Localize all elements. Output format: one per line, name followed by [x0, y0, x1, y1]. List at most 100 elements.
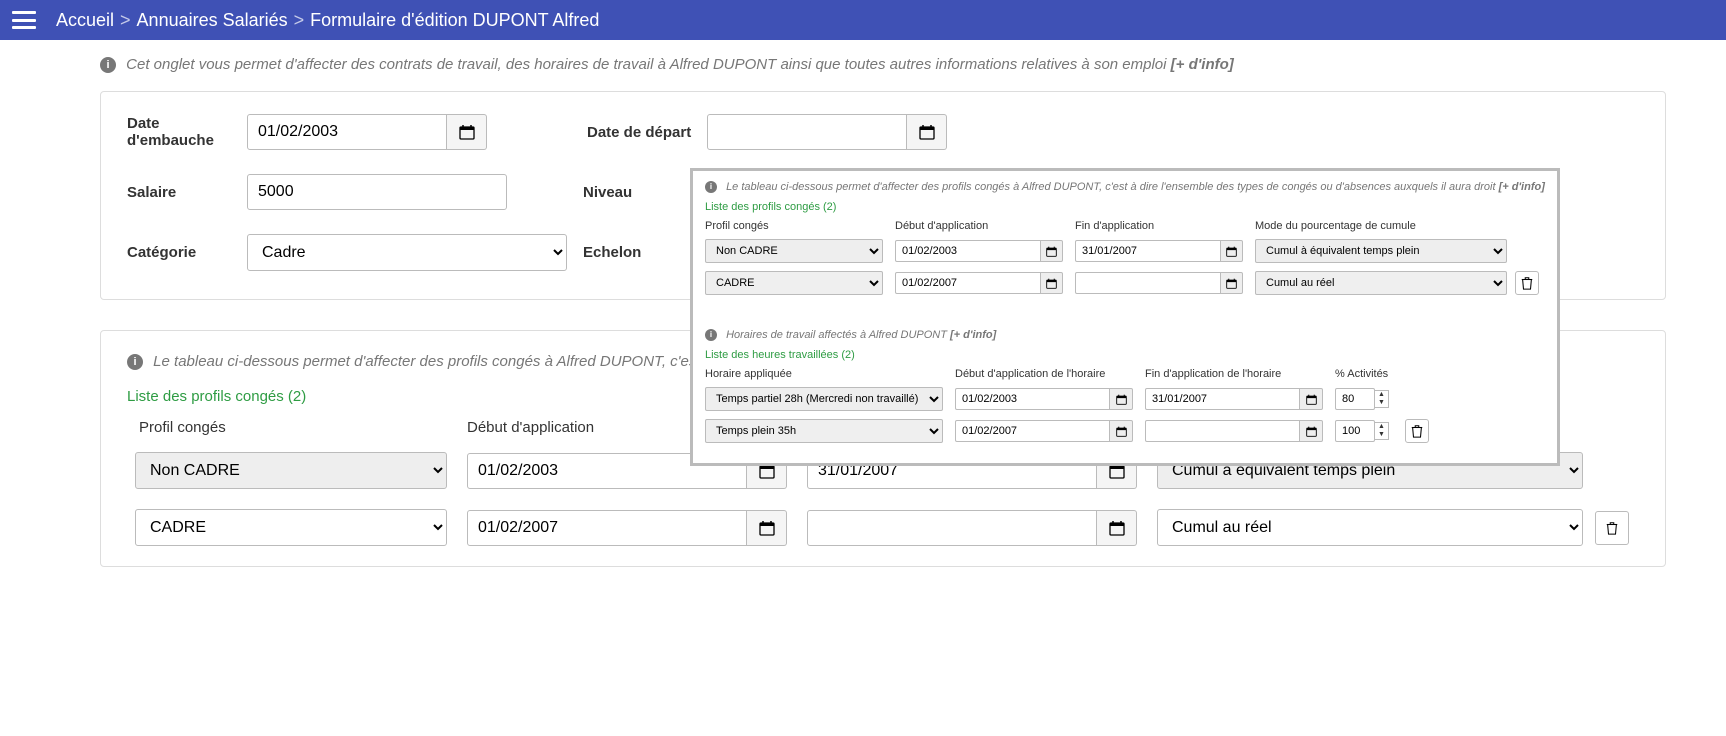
- profil-select[interactable]: Non CADRE: [135, 452, 447, 489]
- niveau-label: Niveau: [583, 184, 703, 201]
- calendar-button[interactable]: [1041, 272, 1063, 294]
- pth-debut: Début d'application: [895, 220, 1075, 232]
- calendar-icon: [1306, 394, 1317, 405]
- popup-mode-select[interactable]: Cumul au réel: [1255, 271, 1507, 295]
- calendar-button[interactable]: [1300, 388, 1323, 410]
- calendar-icon: [459, 124, 475, 140]
- profils-info-text: Le tableau ci-dessous permet d'affecter …: [153, 353, 700, 370]
- delete-button[interactable]: [1515, 271, 1539, 295]
- calendar-button[interactable]: [1110, 388, 1133, 410]
- pth-fin: Fin d'application: [1075, 220, 1255, 232]
- popup-profil-row: CADRE Cumul au réel: [705, 267, 1545, 299]
- popup-horaire-select[interactable]: Temps partiel 28h (Mercredi non travaill…: [705, 387, 943, 411]
- popup-horaire-row: Temps partiel 28h (Mercredi non travaill…: [705, 383, 1545, 415]
- info-more-link[interactable]: [+ d'info]: [1171, 56, 1234, 73]
- popup-debut-input[interactable]: [895, 240, 1041, 262]
- calendar-icon: [1226, 246, 1237, 257]
- popup-horaire-row: Temps plein 35h ▲▼: [705, 415, 1545, 447]
- info-text: Cet onglet vous permet d'affecter des co…: [126, 56, 1170, 73]
- calendar-button[interactable]: [1300, 420, 1323, 442]
- calendar-icon: [1306, 426, 1317, 437]
- calendar-button[interactable]: [1110, 420, 1133, 442]
- salaire-input[interactable]: [247, 174, 507, 210]
- popup-fin-input[interactable]: [1075, 272, 1221, 294]
- th-profil: Profil congés: [127, 419, 467, 436]
- calendar-icon: [1046, 246, 1057, 257]
- trash-icon: [1605, 521, 1619, 535]
- popup-pct-input[interactable]: [1335, 388, 1375, 410]
- popup-mode-select[interactable]: Cumul à équivalent temps plein: [1255, 239, 1507, 263]
- popup-h-debut-input[interactable]: [955, 420, 1110, 442]
- debut-input[interactable]: [467, 510, 747, 546]
- calendar-icon: [1046, 278, 1057, 289]
- popup-horaires-info-text: Horaires de travail affectés à Alfred DU…: [726, 329, 950, 341]
- categorie-label: Catégorie: [127, 244, 247, 261]
- info-icon: i: [705, 329, 717, 341]
- date-embauche-cal-button[interactable]: [447, 114, 487, 150]
- popup-fin-input[interactable]: [1075, 240, 1221, 262]
- mode-select[interactable]: Cumul au réel: [1157, 509, 1583, 546]
- info-banner: i Cet onglet vous permet d'affecter des …: [100, 56, 1666, 73]
- fin-input[interactable]: [807, 510, 1097, 546]
- breadcrumb: Accueil > Annuaires Salariés > Formulair…: [56, 10, 599, 31]
- date-embauche-input[interactable]: [247, 114, 447, 150]
- calendar-icon: [1226, 278, 1237, 289]
- breadcrumb-sep: >: [120, 10, 131, 31]
- popup-profil-row: Non CADRE Cumul à équivalent temps plein: [705, 235, 1545, 267]
- info-icon: i: [100, 57, 116, 73]
- date-embauche-label: Date d'embauche: [127, 115, 247, 149]
- calendar-button[interactable]: [1097, 510, 1137, 546]
- profil-row: CADRE Cumul au réel: [127, 499, 1639, 556]
- popup-debut-input[interactable]: [895, 272, 1041, 294]
- info-icon: i: [705, 181, 717, 193]
- echelon-label: Echelon: [583, 244, 703, 261]
- popup-horaires-list-label[interactable]: Liste des heures travaillées (2): [705, 349, 1545, 361]
- calendar-icon: [759, 520, 775, 536]
- date-depart-input[interactable]: [707, 114, 907, 150]
- popup-profil-select[interactable]: Non CADRE: [705, 239, 883, 263]
- popup-h-fin-input[interactable]: [1145, 388, 1300, 410]
- calendar-button[interactable]: [1041, 240, 1063, 262]
- delete-button[interactable]: [1405, 419, 1429, 443]
- topbar: Accueil > Annuaires Salariés > Formulair…: [0, 0, 1726, 40]
- calendar-button[interactable]: [747, 510, 787, 546]
- info-icon: i: [127, 354, 143, 370]
- popup-horaire-select[interactable]: Temps plein 35h: [705, 419, 943, 443]
- calendar-icon: [919, 124, 935, 140]
- popup-h-debut-input[interactable]: [955, 388, 1110, 410]
- pth-mode: Mode du pourcentage de cumule: [1255, 220, 1545, 232]
- calendar-icon: [1116, 394, 1127, 405]
- trash-icon: [1410, 424, 1424, 438]
- calendar-button[interactable]: [1221, 272, 1243, 294]
- calendar-button[interactable]: [1221, 240, 1243, 262]
- delete-button[interactable]: [1595, 511, 1629, 545]
- popup-horaires-info: i Horaires de travail affectés à Alfred …: [705, 329, 1545, 341]
- categorie-select[interactable]: Cadre: [247, 234, 567, 271]
- popup-pct-input[interactable]: [1335, 420, 1375, 442]
- popup-profils-info-text: Le tableau ci-dessous permet d'affecter …: [726, 181, 1499, 193]
- pct-spinner[interactable]: ▲▼: [1375, 422, 1389, 440]
- menu-icon[interactable]: [12, 11, 36, 29]
- hth-debut: Début d'application de l'horaire: [955, 368, 1145, 380]
- breadcrumb-sep: >: [294, 10, 305, 31]
- hth-horaire: Horaire appliquée: [705, 368, 955, 380]
- hth-pct: % Activités: [1335, 368, 1545, 380]
- popup-h-fin-input[interactable]: [1145, 420, 1300, 442]
- popup-panel: i Le tableau ci-dessous permet d'affecte…: [690, 168, 1560, 466]
- pct-spinner[interactable]: ▲▼: [1375, 390, 1389, 408]
- popup-horaires-more[interactable]: [+ d'info]: [950, 329, 996, 341]
- popup-profils-list-label[interactable]: Liste des profils congés (2): [705, 201, 1545, 213]
- date-depart-cal-button[interactable]: [907, 114, 947, 150]
- profil-select[interactable]: CADRE: [135, 509, 447, 546]
- popup-profil-select[interactable]: CADRE: [705, 271, 883, 295]
- breadcrumb-current: Formulaire d'édition DUPONT Alfred: [310, 10, 599, 31]
- calendar-icon: [1109, 520, 1125, 536]
- breadcrumb-dir[interactable]: Annuaires Salariés: [137, 10, 288, 31]
- salaire-label: Salaire: [127, 184, 247, 201]
- pth-profil: Profil congés: [705, 220, 895, 232]
- date-depart-label: Date de départ: [587, 124, 707, 141]
- trash-icon: [1520, 276, 1534, 290]
- breadcrumb-home[interactable]: Accueil: [56, 10, 114, 31]
- popup-profils-more[interactable]: [+ d'info]: [1499, 181, 1545, 193]
- popup-profils-info: i Le tableau ci-dessous permet d'affecte…: [705, 181, 1545, 193]
